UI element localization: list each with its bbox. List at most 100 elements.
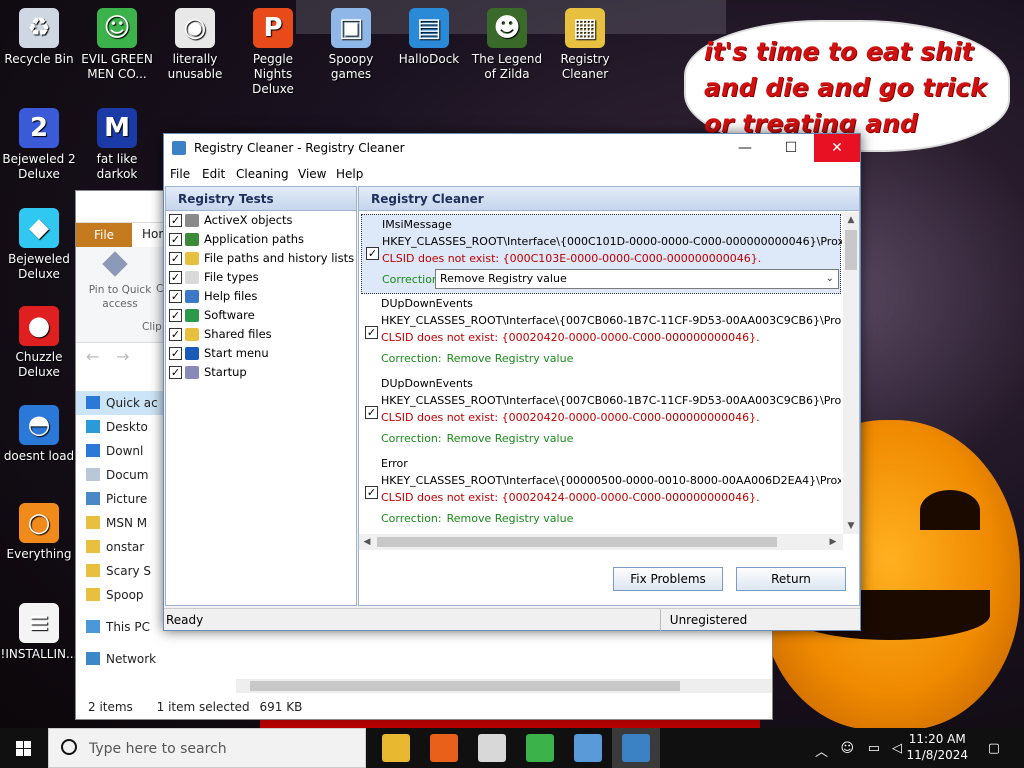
taskbar-app-file-explorer[interactable] [382,734,410,762]
explorer-tab-file[interactable]: File [76,223,132,247]
scrollbar-thumb[interactable] [250,681,680,691]
registry-test-item[interactable]: ✓ ActiveX objects [166,211,356,230]
volume-icon[interactable]: ◁ [892,741,902,756]
windows-logo-icon [16,741,23,748]
close-button[interactable]: ✕ [814,134,860,162]
desktop-icon-registry-cleaner[interactable]: ▦ Registry Cleaner [546,8,624,82]
taskbar-search-box[interactable]: Type here to search [48,728,366,768]
return-button[interactable]: Return [736,567,846,591]
pin-icon [102,251,128,277]
registry-test-item[interactable]: ✓ File types [166,268,356,287]
desktop-icon-label: Peggle Nights Deluxe [252,52,294,96]
desktop-icon-literally-unusable[interactable]: ◉ literally unusable [156,8,234,82]
registry-test-item[interactable]: ✓ Startup [166,363,356,382]
taskbar-app-msn-messenger[interactable] [526,734,554,762]
nav-item[interactable]: Network [76,647,236,671]
registry-test-item[interactable]: ✓ Shared files [166,325,356,344]
issue-registry-key: HKEY_CLASSES_ROOT\Interface\{007CB060-1B… [381,314,841,327]
scrollbar-thumb[interactable] [845,230,857,270]
test-checkbox[interactable]: ✓ [169,309,182,322]
scroll-right-icon[interactable]: ▶ [825,534,841,550]
correction-line: Correction: Remove Registry value [381,430,573,447]
results-list[interactable]: ✓ IMsiMessage HKEY_CLASSES_ROOT\Interface\… [359,212,843,534]
desktop-icon-spoopy-games[interactable]: ▣ Spoopy games [312,8,390,82]
minimize-button[interactable]: — [722,134,768,162]
test-checkbox[interactable]: ✓ [169,328,182,341]
app-icon: P [253,8,293,48]
menu-edit[interactable]: Edit [202,167,225,181]
scrollbar-thumb[interactable] [377,537,777,547]
registry-issue-item[interactable]: ✓ DUpDownEvents HKEY_CLASSES_ROOT\Interfac… [361,294,841,374]
taskbar-clock[interactable]: 11:20 AM 11/8/2024 [906,731,968,763]
nav-item-label: Deskto [106,420,148,434]
app-icon: ○ [19,503,59,543]
test-checkbox[interactable]: ✓ [169,290,182,303]
app-icon: ◆ [19,208,59,248]
desktop-icon-label: Spoopy games [328,52,374,81]
registry-test-item[interactable]: ✓ Software [166,306,356,325]
test-checkbox[interactable]: ✓ [169,252,182,265]
desktop-icon-evil-green-men-co[interactable]: ☺ EVIL GREEN MEN CO... [78,8,156,82]
issue-error: CLSID does not exist: {00020420-0000-000… [381,331,760,344]
taskbar-app-registry-cleaner[interactable] [622,734,650,762]
desktop-icon--installin[interactable]: ≡ !INSTALLIN... [0,603,78,662]
test-checkbox[interactable]: ✓ [169,347,182,360]
forward-arrow-icon[interactable]: → [116,347,129,366]
results-vertical-scrollbar[interactable]: ▲ ▼ [843,212,859,534]
show-hidden-icons-icon[interactable]: ︿ [815,741,828,760]
menu-help[interactable]: Help [336,167,363,181]
test-checkbox[interactable]: ✓ [169,214,182,227]
registry-test-item[interactable]: ✓ Application paths [166,230,356,249]
notification-center-icon[interactable]: ▢ [988,741,1000,756]
test-checkbox[interactable]: ✓ [169,271,182,284]
desktop-icon-bejeweled-deluxe[interactable]: ◆ Bejeweled Deluxe [0,208,78,282]
taskbar-app-system-app[interactable] [574,734,602,762]
app-icon: M [97,108,137,148]
issue-checkbox[interactable]: ✓ [366,247,379,260]
desktop-icon-everything[interactable]: ○ Everything [0,503,78,562]
start-button[interactable] [0,728,48,768]
network-icon[interactable]: ▭ [868,741,880,756]
registry-cleaner-window[interactable]: Registry Cleaner - Registry Cleaner — ☐ … [163,133,861,631]
desktop-icon-doesnt-load[interactable]: ◓ doesnt load [0,405,78,464]
registry-test-item[interactable]: ✓ Help files [166,287,356,306]
issue-checkbox[interactable]: ✓ [365,326,378,339]
clock-date: 11/8/2024 [906,748,968,762]
menu-file[interactable]: File [170,167,190,181]
desktop-icon-recycle-bin[interactable]: ♻ Recycle Bin [0,8,78,67]
desktop-icon-peggle-nights-deluxe[interactable]: P Peggle Nights Deluxe [234,8,312,97]
test-label: Help files [204,289,258,303]
back-arrow-icon[interactable]: ← [86,347,99,366]
registry-test-item[interactable]: ✓ File paths and history lists [166,249,356,268]
menu-view[interactable]: View [298,167,326,181]
desktop-icon-bejeweled-2-deluxe[interactable]: 2 Bejeweled 2 Deluxe [0,108,78,182]
fix-problems-button[interactable]: Fix Problems [613,567,723,591]
scroll-left-icon[interactable]: ◀ [359,534,375,550]
desktop-icon-chuzzle-deluxe[interactable]: ● Chuzzle Deluxe [0,306,78,380]
desktop-icon-fat-like-darkok[interactable]: Mfat like darkok [78,108,156,182]
test-checkbox[interactable]: ✓ [169,366,182,379]
window-titlebar[interactable]: Registry Cleaner - Registry Cleaner — ☐ … [164,134,860,162]
results-horizontal-scrollbar[interactable]: ◀ ▶ [359,534,843,550]
desktop-icon-hallodock[interactable]: ▤ HalloDock [390,8,468,67]
people-icon[interactable]: ☺ [840,741,854,756]
menu-cleaning[interactable]: Cleaning [236,167,289,181]
issue-checkbox[interactable]: ✓ [365,406,378,419]
chevron-down-icon[interactable]: ⌄ [826,270,834,288]
desktop-icon-the-legend-of-zilda[interactable]: ☻ The Legend of Zilda [468,8,546,82]
registry-issue-item[interactable]: ✓ Error HKEY_CLASSES_ROOT\Interface\{00000… [361,454,841,534]
registry-issue-item[interactable]: ✓ IMsiMessage HKEY_CLASSES_ROOT\Interface\… [361,214,842,294]
taskbar-app-notepad-app[interactable] [478,734,506,762]
correction-value: Remove Registry value [446,512,574,525]
maximize-button[interactable]: ☐ [768,134,814,162]
registry-test-item[interactable]: ✓ Start menu [166,344,356,363]
issue-checkbox[interactable]: ✓ [365,486,378,499]
pin-to-quick-access-button[interactable]: Pin to Quick access [82,283,158,311]
scroll-up-icon[interactable]: ▲ [843,212,859,228]
correction-dropdown[interactable]: Remove Registry value ⌄ [435,269,839,289]
scroll-down-icon[interactable]: ▼ [843,518,859,534]
test-checkbox[interactable]: ✓ [169,233,182,246]
explorer-horizontal-scrollbar[interactable] [236,679,772,693]
taskbar-app-firefox[interactable] [430,734,458,762]
registry-issue-item[interactable]: ✓ DUpDownEvents HKEY_CLASSES_ROOT\Interfac… [361,374,841,454]
